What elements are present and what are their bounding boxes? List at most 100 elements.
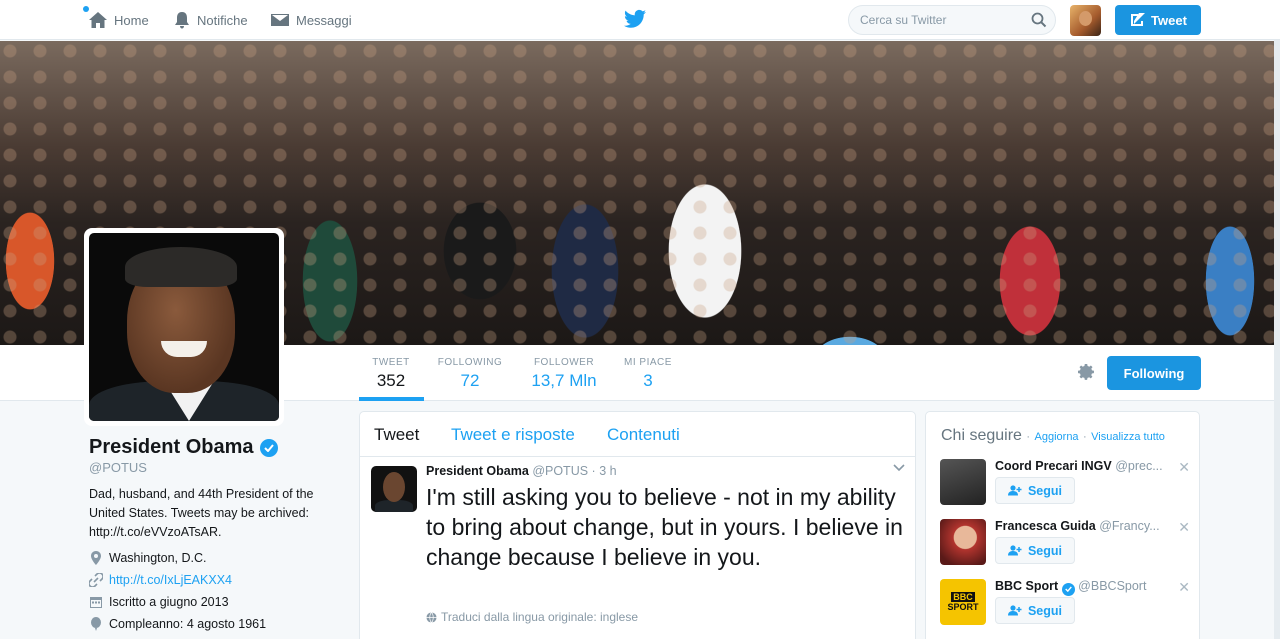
suggestion-name[interactable]: BBC Sport @BBCSport — [995, 579, 1173, 596]
profile-avatar[interactable] — [84, 228, 284, 426]
suggestion-item: Francesca Guida @Francy... ✕ Segui — [940, 519, 1190, 569]
tweet-header: President Obama @POTUS · 3 h — [426, 464, 617, 478]
tweet-author-handle[interactable]: @POTUS — [532, 464, 588, 478]
sport-logo-text: SPORT — [947, 602, 979, 612]
tweet-author-avatar[interactable] — [371, 466, 417, 512]
profile-birthday: Compleanno: 4 agosto 1961 — [89, 617, 266, 631]
bbc-logo-text: BBC — [951, 592, 975, 602]
add-user-icon — [1007, 485, 1022, 496]
timeline-panel: Tweet Tweet e risposte Contenuti Preside… — [359, 411, 916, 639]
tweet-avatar-face — [383, 472, 405, 502]
photo-hair — [125, 247, 237, 287]
location-pin-icon — [91, 551, 101, 565]
link-icon — [89, 573, 103, 587]
tab-tweets-and-replies[interactable]: Tweet e risposte — [451, 425, 575, 445]
profile-joined: Iscritto a giugno 2013 — [89, 595, 229, 609]
compose-icon — [1131, 13, 1146, 26]
translate-tweet-label: Traduci dalla lingua originale: inglese — [441, 610, 639, 624]
close-icon[interactable]: ✕ — [1178, 519, 1190, 536]
suggestion-item: BBC SPORT BBC Sport @BBCSport ✕ Segui — [940, 579, 1190, 629]
compose-tweet-label: Tweet — [1151, 12, 1187, 28]
stat-following-value: 72 — [460, 371, 480, 390]
balloon-icon — [91, 617, 101, 631]
nav-notifications-link[interactable]: Notifiche — [173, 0, 248, 40]
tweet-timestamp[interactable]: 3 h — [599, 464, 616, 478]
nav-home-link[interactable]: Home — [88, 0, 149, 40]
follow-button-label: Segui — [1027, 543, 1063, 558]
stat-followers-value: 13,7 Mln — [531, 371, 597, 390]
follow-button[interactable]: Segui — [995, 537, 1075, 564]
stat-likes-value: 3 — [643, 371, 653, 390]
stat-tweets[interactable]: TWEET 352 — [360, 357, 422, 391]
chevron-down-icon[interactable] — [893, 464, 905, 472]
profile-location: Washington, D.C. — [89, 551, 207, 565]
profile-birthday-text: Compleanno: 4 agosto 1961 — [109, 617, 267, 631]
add-user-icon — [1007, 605, 1022, 616]
globe-icon — [426, 611, 437, 623]
verified-badge-icon — [1061, 582, 1075, 596]
stat-followers-label: FOLLOWER — [533, 357, 595, 368]
suggestion-avatar[interactable] — [940, 459, 986, 505]
profile-website-link[interactable]: http://t.co/IxLjEAKXX4 — [109, 573, 232, 587]
header-separator: · — [1026, 431, 1031, 443]
home-icon — [89, 12, 107, 28]
follow-button[interactable]: Segui — [995, 597, 1075, 624]
suggestion-handle: @prec... — [1115, 459, 1163, 473]
stat-tweets-label: TWEET — [372, 357, 410, 368]
stat-followers[interactable]: FOLLOWER 13,7 Mln — [528, 357, 600, 391]
nav-messages-label: Messaggi — [296, 12, 352, 28]
twitter-bird-icon[interactable] — [624, 9, 646, 29]
who-to-follow-header: Chi seguire · Aggiorna · Visualizza tutt… — [941, 427, 1165, 445]
nav-notifications-label: Notifiche — [197, 12, 248, 28]
refresh-link[interactable]: Aggiorna — [1035, 431, 1079, 443]
suggestion-item: Coord Precari INGV @prec... ✕ Segui — [940, 459, 1190, 509]
close-icon[interactable]: ✕ — [1178, 579, 1190, 596]
nav-messages-link[interactable]: Messaggi — [270, 0, 352, 40]
translate-tweet-link[interactable]: Traduci dalla lingua originale: inglese — [426, 610, 638, 624]
profile-name-text: President Obama — [89, 436, 254, 458]
profile-location-text: Washington, D.C. — [109, 551, 207, 565]
close-icon[interactable]: ✕ — [1178, 459, 1190, 476]
tweet-author-name[interactable]: President Obama — [426, 464, 529, 478]
suggestion-name[interactable]: Coord Precari INGV @prec... — [995, 459, 1173, 473]
following-button[interactable]: Following — [1107, 356, 1201, 390]
nav-home-label: Home — [114, 12, 149, 28]
search-box[interactable] — [848, 5, 1056, 35]
compose-tweet-button[interactable]: Tweet — [1115, 5, 1201, 35]
who-to-follow-panel: Chi seguire · Aggiorna · Visualizza tutt… — [925, 411, 1200, 639]
stat-following-label: FOLLOWING — [437, 357, 503, 368]
top-navigation-bar: Home Notifiche Messaggi Tweet — [0, 0, 1280, 40]
active-stat-underline — [359, 397, 424, 401]
profile-photo — [89, 233, 279, 421]
view-all-link[interactable]: Visualizza tutto — [1091, 431, 1165, 443]
account-avatar[interactable] — [1070, 5, 1101, 36]
profile-bio: Dad, husband, and 44th President of the … — [89, 487, 314, 539]
search-input[interactable] — [860, 13, 1030, 27]
suggestion-avatar[interactable] — [940, 519, 986, 565]
envelope-icon — [271, 14, 289, 26]
profile-handle: @POTUS — [89, 460, 147, 475]
stat-likes[interactable]: MI PIACE 3 — [622, 357, 674, 391]
who-to-follow-title: Chi seguire — [941, 427, 1022, 444]
stat-following[interactable]: FOLLOWING 72 — [436, 357, 504, 391]
bbc-sport-logo[interactable]: BBC SPORT — [940, 579, 986, 625]
page-scrollbar[interactable] — [1274, 40, 1280, 639]
calendar-icon — [90, 597, 102, 608]
follow-button[interactable]: Segui — [995, 477, 1075, 504]
profile-website: http://t.co/IxLjEAKXX4 — [89, 573, 232, 587]
tweet-text: I'm still asking you to believe - not in… — [426, 484, 903, 570]
add-user-icon — [1007, 545, 1022, 556]
verified-badge-icon — [259, 438, 278, 457]
gear-icon[interactable] — [1076, 362, 1096, 382]
suggestion-display-name: Coord Precari INGV — [995, 459, 1112, 473]
tab-tweets[interactable]: Tweet — [374, 425, 419, 445]
header-separator: · — [1083, 431, 1087, 443]
stat-likes-label: MI PIACE — [624, 357, 672, 368]
suggestion-display-name: BBC Sport — [995, 579, 1059, 593]
profile-joined-text: Iscritto a giugno 2013 — [109, 595, 229, 609]
search-icon[interactable] — [1031, 12, 1047, 28]
follow-button-label: Segui — [1027, 483, 1063, 498]
tab-media[interactable]: Contenuti — [607, 425, 680, 445]
stat-tweets-value: 352 — [376, 371, 406, 390]
suggestion-name[interactable]: Francesca Guida @Francy... — [995, 519, 1173, 533]
